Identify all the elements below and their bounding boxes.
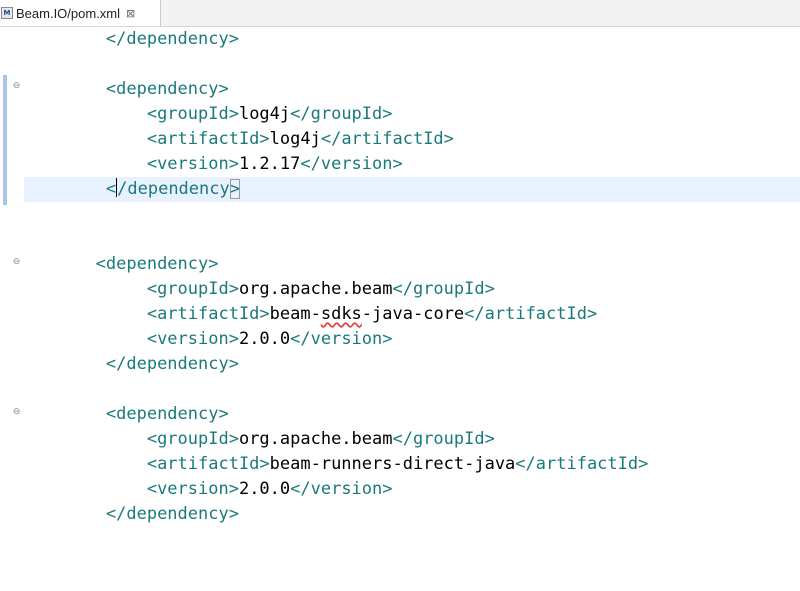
fold-collapse-icon[interactable]: ⊖ <box>12 82 21 91</box>
spelling-error: sdks <box>320 304 362 324</box>
fold-collapse-icon[interactable]: ⊖ <box>12 408 21 417</box>
change-marker <box>3 75 7 205</box>
xml-file-icon: M <box>1 7 13 19</box>
xml-tag: </groupId> <box>392 429 495 449</box>
xml-text: -java-core <box>361 304 465 324</box>
xml-tag: </dependency> <box>105 29 239 49</box>
current-code-line[interactable]: </dependency> <box>24 177 800 202</box>
code-line[interactable]: </dependency> <box>24 27 800 52</box>
xml-tag: <version> <box>146 329 239 349</box>
code-line[interactable]: <artifactId>log4j</artifactId> <box>24 127 800 152</box>
xml-text: 2.0.0 <box>238 329 291 349</box>
xml-tag: < <box>105 179 117 199</box>
code-line[interactable]: <dependency> <box>24 402 800 427</box>
xml-tag: </artifactId> <box>464 304 598 324</box>
xml-text: org.apache.beam <box>238 429 393 449</box>
xml-text: log4j <box>269 129 321 149</box>
code-line[interactable]: </dependency> <box>24 352 800 377</box>
xml-text: 2.0.0 <box>238 479 291 499</box>
xml-tag: <artifactId> <box>146 129 270 149</box>
xml-tag: </groupId> <box>392 279 495 299</box>
fold-collapse-icon[interactable]: ⊖ <box>12 258 21 267</box>
xml-tag: <dependency> <box>95 254 219 274</box>
xml-text: 1.2.17 <box>238 154 301 174</box>
code-line[interactable]: <groupId>org.apache.beam</groupId> <box>24 427 800 452</box>
xml-editor[interactable]: ⊖ ⊖ ⊖ </dependency> <dependency> <groupI… <box>0 27 800 591</box>
close-icon[interactable]: ⊠ <box>126 7 135 20</box>
code-line[interactable]: <groupId>org.apache.beam</groupId> <box>24 277 800 302</box>
xml-tag: <version> <box>146 154 239 174</box>
xml-tag: <version> <box>146 479 239 499</box>
xml-tag: <dependency> <box>105 404 229 424</box>
xml-text: beam- <box>269 304 321 324</box>
xml-tag: </groupId> <box>290 104 393 124</box>
xml-tag: </artifactId> <box>515 454 649 474</box>
code-line[interactable]: <groupId>log4j</groupId> <box>24 102 800 127</box>
xml-tag: <groupId> <box>146 279 239 299</box>
xml-tag: </version> <box>300 154 403 174</box>
xml-tag: </artifactId> <box>320 129 454 149</box>
code-line[interactable]: <version>2.0.0</version> <box>24 327 800 352</box>
tab-pom-xml[interactable]: M Beam.IO/pom.xml ⊠ <box>0 0 161 26</box>
xml-tag: </dependency> <box>105 354 239 374</box>
code-line[interactable]: <dependency> <box>24 77 800 102</box>
code-line[interactable]: <artifactId>beam-runners-direct-java</ar… <box>24 452 800 477</box>
xml-tag: <artifactId> <box>146 454 270 474</box>
xml-tag: <dependency> <box>105 79 229 99</box>
xml-tag: </version> <box>290 479 393 499</box>
editor-gutter: ⊖ ⊖ ⊖ <box>0 27 24 591</box>
tab-title: Beam.IO/pom.xml <box>16 5 121 21</box>
xml-tag: </version> <box>290 329 393 349</box>
editor-tab-bar: M Beam.IO/pom.xml ⊠ <box>0 0 800 27</box>
xml-tag: </dependency> <box>105 504 239 524</box>
xml-tag: <artifactId> <box>146 304 270 324</box>
xml-tag: <groupId> <box>146 104 239 124</box>
xml-tag: <groupId> <box>146 429 239 449</box>
code-line[interactable]: <artifactId>beam-sdks-java-core</artifac… <box>24 302 800 327</box>
xml-text: beam-runners-direct-java <box>269 454 516 474</box>
xml-text: log4j <box>238 104 291 124</box>
xml-tag: /dependency <box>117 179 230 199</box>
code-line[interactable]: <version>2.0.0</version> <box>24 477 800 502</box>
code-line[interactable]: <dependency> <box>24 252 800 277</box>
xml-text: org.apache.beam <box>238 279 393 299</box>
matching-bracket: > <box>229 179 240 199</box>
code-line[interactable]: </dependency> <box>24 502 800 527</box>
code-line[interactable]: <version>1.2.17</version> <box>24 152 800 177</box>
